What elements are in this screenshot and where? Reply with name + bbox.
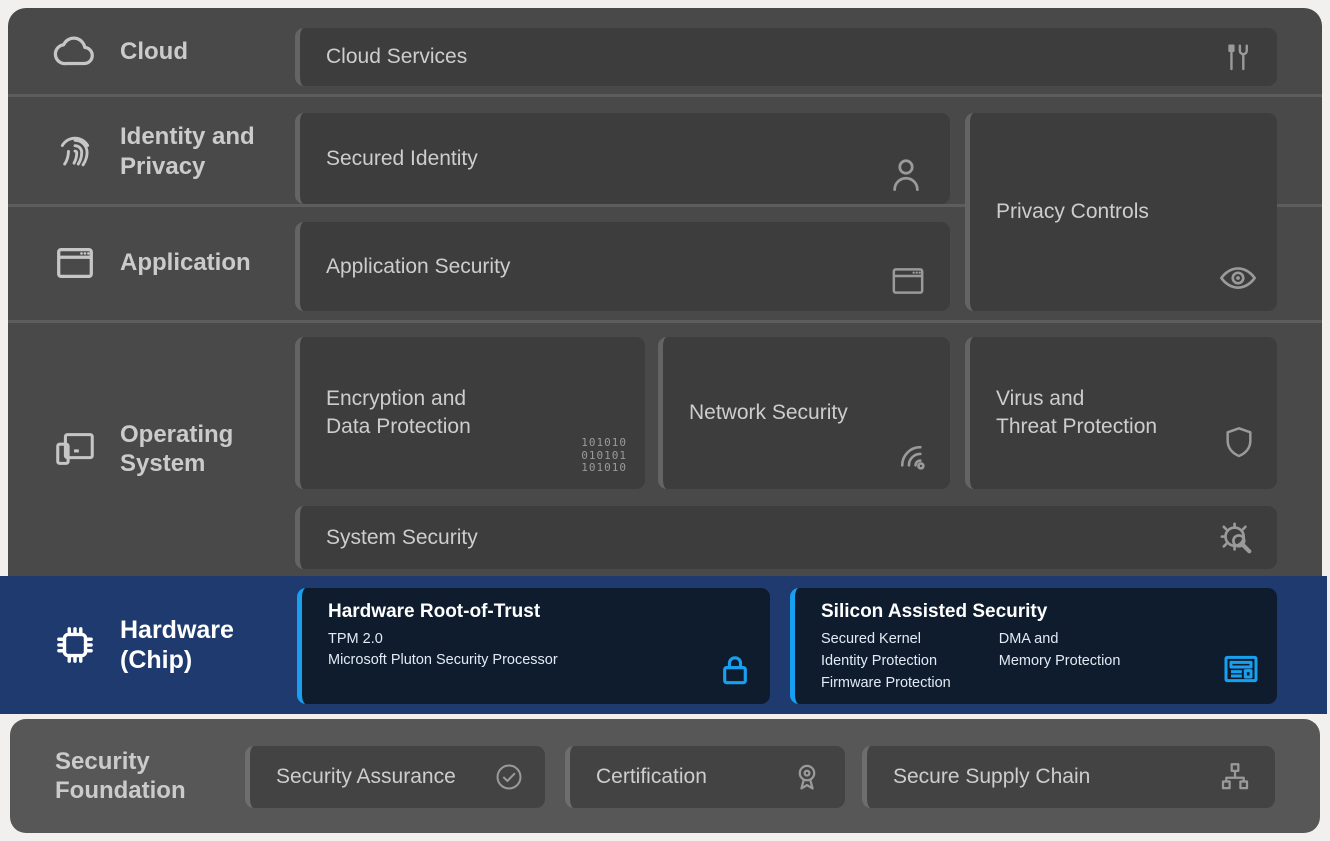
card-title: Virus and Threat Protection <box>996 385 1157 442</box>
card-title: Security Assurance <box>276 765 456 789</box>
rosette-badge-icon <box>789 759 825 795</box>
card-virus-threat-protection: Virus and Threat Protection <box>965 337 1277 489</box>
layer-label-hardware-chip: Hardware (Chip) <box>52 576 234 714</box>
card-encryption-data-protection: Encryption and Data Protection 101010 01… <box>295 337 645 489</box>
card-title: Application Security <box>326 255 510 279</box>
feature-item: DMA and Memory Protection <box>999 629 1121 673</box>
feature-columns: Secured Kernel Identity Protection Firmw… <box>821 629 1217 694</box>
card-title: Secured Identity <box>326 147 478 171</box>
card-line: Microsoft Pluton Security Processor <box>328 650 710 671</box>
devices-icon <box>52 426 98 472</box>
card-security-assurance: Security Assurance <box>245 746 545 808</box>
layer-label-operating-system: Operating System <box>52 322 233 576</box>
feature-item: Firmware Protection <box>821 673 951 695</box>
card-secure-supply-chain: Secure Supply Chain <box>862 746 1275 808</box>
cloud-icon <box>52 29 98 75</box>
card-privacy-controls: Privacy Controls <box>965 113 1277 311</box>
lock-icon <box>716 651 754 694</box>
layer-label-identity-and-privacy: Identity and Privacy <box>52 97 255 206</box>
layer-label-text: Operating System <box>120 420 233 479</box>
layer-label-security-foundation: Security Foundation <box>55 719 186 833</box>
layer-label-cloud: Cloud <box>52 8 188 96</box>
memory-icon <box>1221 649 1261 694</box>
layer-label-text: Identity and Privacy <box>120 122 255 181</box>
check-circle-icon <box>493 761 525 793</box>
feature-item: Identity Protection <box>821 651 951 673</box>
app-window-icon <box>52 240 98 286</box>
binary-line: 101010 <box>581 462 627 475</box>
feature-column-right: DMA and Memory Protection <box>999 629 1121 694</box>
card-certification: Certification <box>565 746 845 808</box>
card-network-security: Network Security <box>658 337 950 489</box>
layer-label-application: Application <box>52 206 251 320</box>
card-title: System Security <box>326 526 478 550</box>
card-title: Network Security <box>689 401 848 425</box>
eye-icon <box>1217 257 1259 299</box>
person-icon <box>884 152 928 196</box>
wifi-icon <box>892 437 934 479</box>
card-title: Secure Supply Chain <box>893 765 1090 789</box>
card-application-security: Application Security <box>295 222 950 311</box>
card-cloud-services: Cloud Services <box>295 28 1277 86</box>
gear-search-icon <box>1215 517 1257 559</box>
security-stack-diagram: Cloud Identity and Privacy Application <box>0 0 1330 841</box>
feature-column-left: Secured Kernel Identity Protection Firmw… <box>821 629 951 694</box>
layer-label-text: Cloud <box>120 37 188 66</box>
card-title: Encryption and Data Protection <box>326 385 471 442</box>
card-title: Hardware Root-of-Trust <box>328 601 710 623</box>
binary-icon: 101010 010101 101010 <box>581 437 627 475</box>
layer-label-text: Security Foundation <box>55 747 186 806</box>
org-chart-icon <box>1217 759 1253 795</box>
card-title: Privacy Controls <box>996 200 1149 224</box>
card-title: Cloud Services <box>326 45 467 69</box>
feature-item: Secured Kernel <box>821 629 951 651</box>
window-icon <box>888 261 928 301</box>
fingerprint-icon <box>52 129 98 175</box>
tools-icon <box>1219 39 1255 75</box>
card-line: TPM 2.0 <box>328 629 710 650</box>
card-title: Certification <box>596 765 707 789</box>
layer-label-text: Hardware (Chip) <box>120 615 234 676</box>
card-system-security: System Security <box>295 506 1277 569</box>
card-secured-identity: Secured Identity <box>295 113 950 204</box>
card-title: Silicon Assisted Security <box>821 601 1217 623</box>
layer-label-text: Application <box>120 248 251 277</box>
card-hardware-root-of-trust: Hardware Root-of-Trust TPM 2.0 Microsoft… <box>297 588 770 704</box>
chip-icon <box>52 622 98 668</box>
card-silicon-assisted-security: Silicon Assisted Security Secured Kernel… <box>790 588 1277 704</box>
shield-icon <box>1219 423 1259 463</box>
binary-line: 101010 <box>581 437 627 450</box>
